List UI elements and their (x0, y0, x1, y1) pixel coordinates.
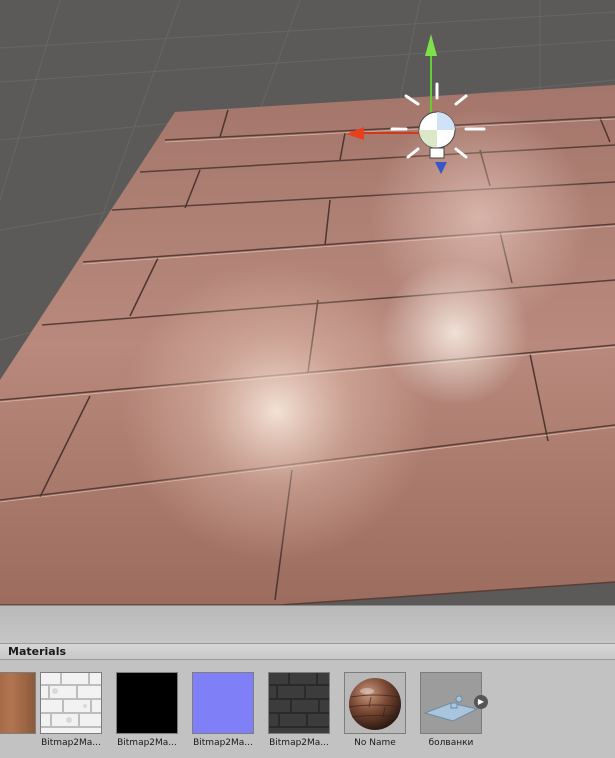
bulb-base (429, 147, 445, 159)
sphere-preview (348, 678, 402, 730)
prefab-icon[interactable] (420, 672, 482, 734)
black-map-icon[interactable] (116, 672, 178, 734)
wood-texture-thumbnail-icon[interactable] (0, 672, 36, 734)
asset-label: Bitmap2Ma... (193, 738, 253, 748)
asset-label: No Name (354, 738, 396, 748)
panel-splitter[interactable] (0, 605, 615, 643)
asset-label: Bitmap2Ma... (41, 738, 101, 748)
panel-title: Materials (8, 645, 67, 658)
asset-label: Bitmap2Ma... (117, 738, 177, 748)
material-sphere-icon[interactable] (344, 672, 406, 734)
brick-pattern (41, 673, 101, 733)
scene-render (0, 0, 615, 605)
asset-label: Bitmap2Ma... (269, 738, 329, 748)
materials-header: Materials (0, 643, 615, 660)
expand-arrow-icon[interactable]: ▶ (474, 695, 488, 709)
dark-brick-pattern (269, 673, 329, 733)
scene-viewport[interactable] (0, 0, 615, 605)
normal-map-icon[interactable] (192, 672, 254, 734)
specular-highlight-far (0, 0, 615, 605)
brick-diffuse-map-icon[interactable] (40, 672, 102, 734)
materials-panel: Materials Bitmap2Ma... Bitmap2Ma... Bitm… (0, 643, 615, 758)
prefab-preview (423, 695, 479, 722)
brick-dark-map-icon[interactable] (268, 672, 330, 734)
asset-label: болванки (428, 738, 474, 748)
